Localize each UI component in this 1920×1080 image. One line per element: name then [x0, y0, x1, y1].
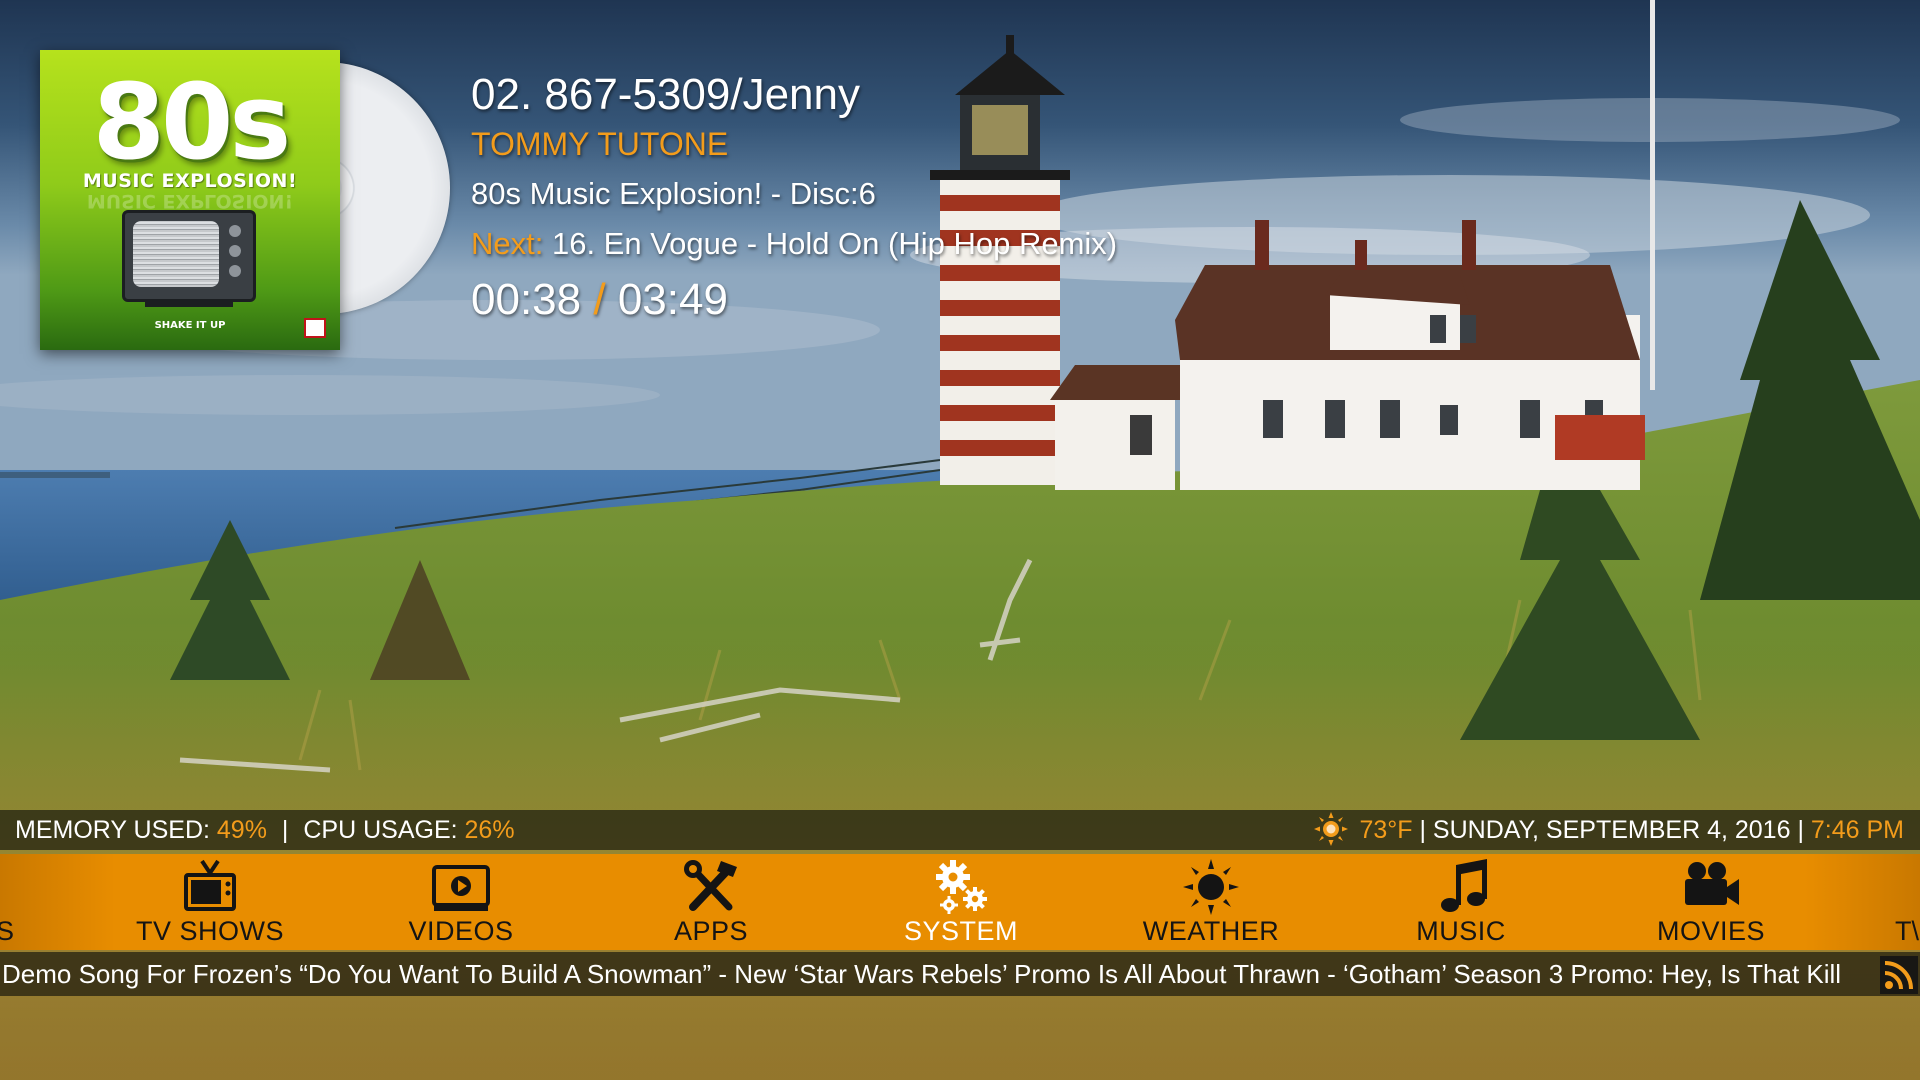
time-life-logo: [304, 318, 326, 338]
memory-value: 49%: [216, 816, 267, 844]
kodi-home-screen: 80s MUSIC EXPLOSION! MUSIC EXPLOSION! SH…: [0, 0, 1920, 1080]
video-play-icon: [432, 865, 490, 911]
system-status-bar: MEMORY USED: 49% | CPU USAGE: 26% 73°F |…: [0, 810, 1920, 850]
music-note-icon: [1441, 859, 1487, 912]
track-album: 80s Music Explosion! - Disc:6: [471, 176, 876, 211]
weather-and-clock: 73°F | SUNDAY, SEPTEMBER 4, 2016 | 7:46 …: [1313, 810, 1904, 850]
sun-icon: [1314, 812, 1349, 847]
cpu-label: CPU USAGE:: [303, 816, 458, 844]
elapsed-time: 00:38: [471, 275, 582, 324]
menu-item-partial-right[interactable]: T\: [1895, 916, 1919, 947]
next-track-label: Next:: [471, 226, 544, 261]
menu-label: SYSTEM: [903, 916, 1019, 946]
tv-icon: [184, 859, 236, 911]
menu-item-partial-left[interactable]: S: [0, 916, 14, 947]
playback-time: 00:38 / 03:49: [471, 275, 728, 325]
menu-item-videos[interactable]: VIDEOS: [351, 854, 571, 950]
tv-static-screen: [133, 221, 219, 287]
cpu-value: 26%: [464, 816, 515, 844]
menu-item-apps[interactable]: APPS: [601, 854, 821, 950]
total-duration: 03:49: [617, 275, 728, 324]
menu-label: WEATHER: [1142, 916, 1280, 946]
menu-item-tv-shows[interactable]: TV SHOWS: [100, 854, 320, 950]
tv-knob: [229, 245, 241, 257]
next-track: Next: 16. En Vogue - Hold On (Hip Hop Re…: [471, 226, 1117, 262]
album-cover-subtitle: MUSIC EXPLOSION!: [82, 170, 298, 192]
tv-knob: [229, 225, 241, 237]
system-usage: MEMORY USED: 49% | CPU USAGE: 26%: [15, 810, 515, 850]
menu-item-weather[interactable]: WEATHER: [1101, 854, 1321, 950]
memory-label: MEMORY USED:: [15, 816, 210, 844]
track-title: 02. 867-5309/Jenny: [471, 70, 860, 119]
album-cover-subtitle-reflection: MUSIC EXPLOSION!: [86, 190, 294, 212]
main-menu-bar: S TV SHOWS VIDEOS APPS SYSTEM WEATHER MU…: [0, 854, 1920, 950]
menu-label: VIDEOS: [408, 916, 514, 946]
status-divider: |: [1419, 816, 1426, 844]
album-cover-tagline: SHAKE IT UP: [154, 320, 226, 331]
temperature: 73°F: [1359, 816, 1413, 844]
rss-ticker-text[interactable]: Demo Song For Frozen’s “Do You Want To B…: [2, 952, 1841, 996]
tools-icon: [684, 860, 737, 911]
rss-icon: [1880, 956, 1918, 994]
menu-item-movies[interactable]: MOVIES: [1601, 854, 1821, 950]
tv-knob: [229, 265, 241, 277]
time-separator: /: [593, 275, 606, 324]
sun-icon: [1183, 859, 1239, 915]
current-time: 7:46 PM: [1810, 816, 1904, 844]
menu-label: TV SHOWS: [135, 916, 284, 946]
album-cover[interactable]: 80s MUSIC EXPLOSION! MUSIC EXPLOSION! SH…: [40, 50, 340, 350]
next-track-title: 16. En Vogue - Hold On (Hip Hop Remix): [543, 226, 1118, 261]
menu-label: MUSIC: [1416, 916, 1506, 946]
menu-label: MOVIES: [1656, 916, 1766, 946]
menu-item-music[interactable]: MUSIC: [1351, 854, 1571, 950]
album-cover-title: 80s: [92, 61, 292, 183]
track-artist: TOMMY TUTONE: [471, 126, 729, 162]
rss-ticker: Demo Song For Frozen’s “Do You Want To B…: [0, 952, 1920, 996]
current-date: SUNDAY, SEPTEMBER 4, 2016: [1432, 816, 1791, 844]
movie-camera-icon: [1685, 862, 1739, 905]
status-divider: |: [281, 816, 289, 844]
album-cover-tv-illustration: [122, 210, 256, 307]
status-divider: |: [1797, 816, 1804, 844]
gears-icon: [936, 860, 987, 914]
tv-stand: [145, 299, 233, 307]
menu-label: APPS: [673, 916, 749, 946]
menu-item-system[interactable]: SYSTEM: [851, 854, 1071, 950]
